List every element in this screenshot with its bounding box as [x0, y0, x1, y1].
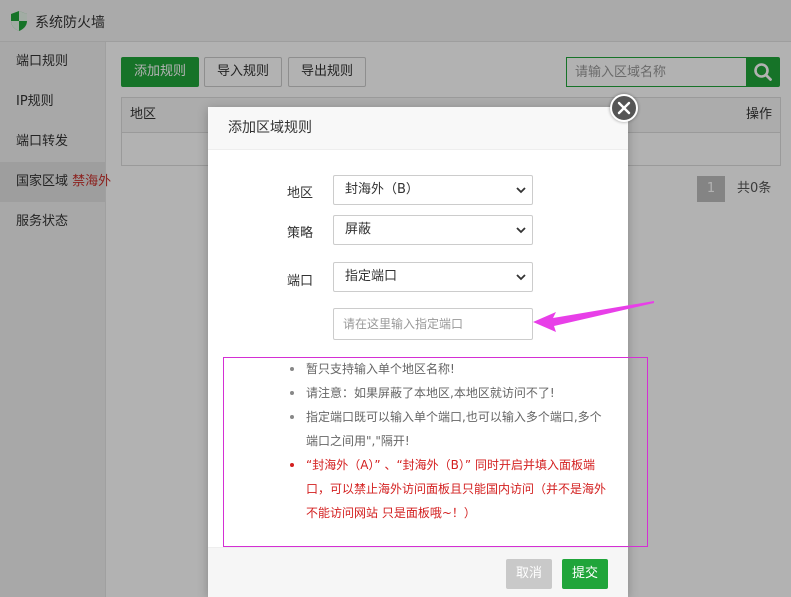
- policy-select-value: 屏蔽: [345, 222, 372, 237]
- chevron-down-icon: [516, 187, 526, 194]
- list-item: 暂只支持输入单个地区名称!: [288, 357, 608, 381]
- port-label: 端口: [286, 274, 313, 289]
- tips-list: 暂只支持输入单个地区名称! 请注意：如果屏蔽了本地区,本地区就访问不了! 指定端…: [288, 357, 608, 525]
- policy-label: 策略: [286, 226, 313, 241]
- warning-tip: “封海外（A）” 、“封海外（B）” 同时开启并填入面板端口，可以禁止海外访问面…: [288, 453, 608, 525]
- list-item: 请注意：如果屏蔽了本地区,本地区就访问不了!: [288, 381, 608, 405]
- policy-select[interactable]: 屏蔽: [333, 215, 533, 245]
- port-select[interactable]: 指定端口: [333, 262, 533, 292]
- close-icon: [617, 101, 631, 115]
- region-select[interactable]: 封海外（B）: [333, 175, 533, 205]
- port-select-value: 指定端口: [345, 269, 398, 284]
- region-label: 地区: [286, 186, 313, 201]
- chevron-down-icon: [516, 274, 526, 281]
- dialog-title: 添加区域规则: [208, 107, 628, 150]
- dialog-close-button[interactable]: [610, 94, 638, 122]
- cancel-button[interactable]: 取消: [506, 559, 553, 589]
- submit-button[interactable]: 提交: [562, 559, 609, 589]
- dialog-footer: 取消 提交: [208, 547, 628, 597]
- list-item: 指定端口既可以输入单个端口,也可以输入多个端口,多个端口之间用","隔开!: [288, 405, 608, 453]
- chevron-down-icon: [516, 227, 526, 234]
- add-region-rule-dialog: 添加区域规则 地区 封海外（B） 策略 屏蔽 端口 指定端口 暂只支持输入单个地…: [208, 107, 628, 597]
- port-input[interactable]: [333, 308, 533, 340]
- region-select-value: 封海外（B）: [345, 182, 419, 197]
